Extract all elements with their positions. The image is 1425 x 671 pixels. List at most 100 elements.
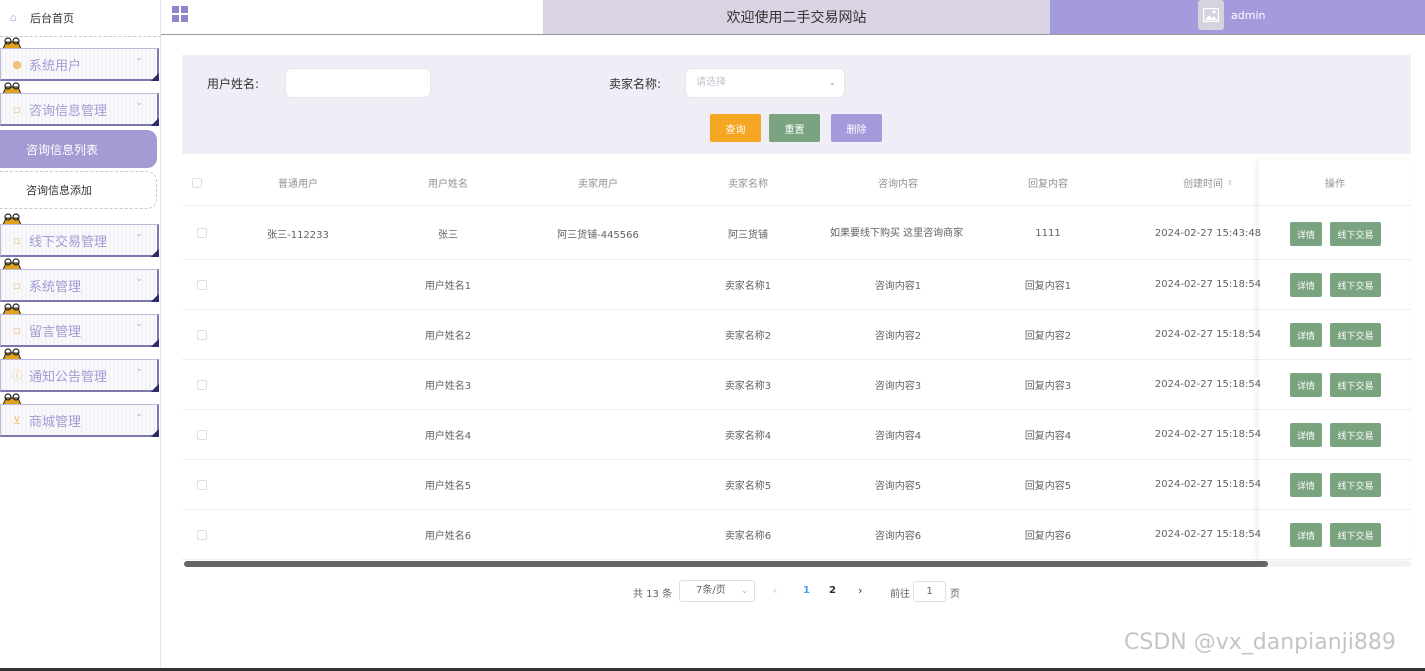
detail-button[interactable]: 详情 [1290, 222, 1322, 246]
row-checkbox[interactable] [197, 379, 207, 390]
page-number-1[interactable]: 1 [803, 585, 810, 596]
username-label[interactable]: admin [1231, 9, 1265, 22]
offline-trade-button[interactable]: 线下交易 [1330, 323, 1381, 347]
cell-seller-user [528, 310, 668, 359]
sidebar-menu-label: 系统管理 [29, 279, 82, 295]
home-icon: ⌂ [10, 11, 17, 24]
cell-seller-user [528, 460, 668, 509]
row-checkbox[interactable] [197, 228, 207, 238]
col-header-label: 创建时间 [1183, 179, 1224, 190]
cell-user [228, 410, 368, 459]
sidebar-subitem-consult-add[interactable]: 咨询信息添加 [0, 171, 157, 209]
sidebar-menu-notices[interactable]: ⓘ 通知公告管理 ⌄ [0, 359, 159, 392]
seller-filter-label: 卖家名称: [609, 77, 662, 91]
offline-trade-button[interactable]: 线下交易 [1330, 373, 1381, 397]
detail-button[interactable]: 详情 [1290, 323, 1322, 347]
app-root: ⌂ 后台首页 ● 系统用户 ⌄ ▫ 咨询信息管理 ⌄ 咨询信息列表 咨询信息添加 [0, 0, 1425, 671]
username-filter-input[interactable] [285, 68, 431, 98]
row-checkbox[interactable] [197, 429, 207, 440]
sidebar-menu-label: 商城管理 [29, 414, 82, 430]
page-fold [151, 294, 159, 302]
prev-page-icon[interactable]: ‹ [773, 584, 777, 597]
offline-trade-button[interactable]: 线下交易 [1330, 473, 1381, 497]
cell-reply: 回复内容5 [1024, 481, 1072, 492]
col-header[interactable]: 用户姓名 [378, 160, 518, 205]
cell-seller-user: 阿三货铺-445566 [557, 229, 639, 241]
detail-button[interactable]: 详情 [1290, 523, 1322, 547]
cell-name: 用户姓名5 [424, 481, 472, 492]
detail-button[interactable]: 详情 [1290, 273, 1322, 297]
sidebar-menu-label: 系统用户 [29, 58, 82, 74]
reset-button[interactable]: 重置 [769, 114, 820, 142]
info-icon: ⓘ [11, 369, 23, 382]
col-header-created[interactable]: 创建时间 ⇕ [1148, 160, 1268, 205]
col-header[interactable]: 咨询内容 [828, 160, 968, 205]
query-button[interactable]: 查询 [710, 114, 761, 142]
consult-table: 普通用户 用户姓名 卖家用户 卖家名称 咨询内容 回复内容 创建时间 ⇕ 操作 … [182, 160, 1411, 560]
detail-button[interactable]: 详情 [1290, 373, 1322, 397]
horizontal-scrollbar[interactable] [184, 561, 1268, 567]
cell-time: 2024-02-27 15:43:48 [1154, 227, 1262, 239]
row-checkbox[interactable] [197, 279, 207, 290]
offline-trade-button[interactable]: 线下交易 [1330, 523, 1381, 547]
page-fold [151, 339, 159, 347]
avatar[interactable] [1198, 0, 1224, 30]
next-page-icon[interactable]: › [858, 584, 862, 597]
chevron-down-icon: ⌄ [135, 274, 143, 284]
cell-reply: 回复内容3 [1024, 381, 1072, 392]
detail-button[interactable]: 详情 [1290, 473, 1322, 497]
sidebar-menu-mall[interactable]: ⊻ 商城管理 ⌄ [0, 404, 159, 437]
user-icon: ● [12, 57, 22, 71]
cell-time: 2024-02-27 15:18:54 [1154, 379, 1262, 390]
doc-icon: ▫ [13, 233, 21, 247]
offline-trade-button[interactable]: 线下交易 [1330, 222, 1381, 246]
detail-button[interactable]: 详情 [1290, 423, 1322, 447]
sort-icon[interactable]: ⇕ [1227, 179, 1233, 187]
sidebar-menu-system[interactable]: ▫ 系统管理 ⌄ [0, 269, 159, 302]
sidebar-menu-users[interactable]: ● 系统用户 ⌄ [0, 48, 159, 81]
header-user-area: admin [1050, 0, 1425, 34]
row-select-cell [192, 260, 212, 309]
delete-button[interactable]: 删除 [831, 114, 882, 142]
page-number-2[interactable]: 2 [829, 585, 836, 596]
cell-user [228, 460, 368, 509]
cell-time: 2024-02-27 15:18:54 [1154, 429, 1262, 440]
cell-seller-user [528, 260, 668, 309]
col-header[interactable]: 回复内容 [978, 160, 1118, 205]
grid-menu-icon[interactable] [172, 6, 188, 22]
page-jump-input[interactable]: 1 [913, 581, 946, 602]
col-header[interactable]: 卖家名称 [678, 160, 818, 205]
row-select-cell [192, 207, 212, 259]
offline-trade-button[interactable]: 线下交易 [1330, 423, 1381, 447]
sidebar-menu-consult[interactable]: ▫ 咨询信息管理 ⌄ [0, 93, 159, 126]
select-all-checkbox[interactable] [192, 177, 202, 188]
cell-name: 用户姓名3 [424, 381, 472, 392]
row-checkbox[interactable] [197, 329, 207, 340]
page-fold [151, 249, 159, 257]
cell-user [228, 310, 368, 359]
row-select-cell [192, 510, 212, 559]
sidebar-item-home[interactable]: ⌂ 后台首页 [0, 0, 161, 37]
row-checkbox[interactable] [197, 529, 207, 540]
cell-seller: 卖家名称2 [724, 331, 772, 342]
cell-reply: 回复内容4 [1024, 431, 1072, 442]
page-size-select[interactable]: 7条/页 ⌄ [679, 580, 755, 602]
table-row: 用户姓名2 卖家名称2 咨询内容2 回复内容2 2024-02-27 15:18:54 详… [182, 310, 1411, 360]
col-header[interactable]: 卖家用户 [528, 160, 668, 205]
row-checkbox[interactable] [197, 479, 207, 490]
goto-label: 前往 [890, 589, 910, 600]
page-unit-label: 页 [950, 589, 960, 600]
cell-reply: 回复内容1 [1024, 281, 1072, 292]
cell-seller: 卖家名称3 [724, 381, 772, 392]
offline-trade-button[interactable]: 线下交易 [1330, 273, 1381, 297]
col-header[interactable]: 普通用户 [228, 160, 368, 205]
sidebar-menu-messages[interactable]: ▫ 留言管理 ⌄ [0, 314, 159, 347]
table-row: 张三-112233 张三 阿三货铺-445566 阿三货铺 如果要线下购买 这里咨询商家… [182, 207, 1411, 260]
seller-filter-select[interactable]: 请选择 ⌄ [685, 68, 845, 98]
page-fold [151, 429, 159, 437]
cell-time: 2024-02-27 15:18:54 [1154, 279, 1262, 290]
sidebar-subitem-consult-list[interactable]: 咨询信息列表 [0, 130, 157, 168]
cell-content: 咨询内容4 [874, 431, 922, 442]
cell-name: 用户姓名6 [424, 531, 472, 542]
sidebar-menu-offline[interactable]: ▫ 线下交易管理 ⌄ [0, 224, 159, 257]
